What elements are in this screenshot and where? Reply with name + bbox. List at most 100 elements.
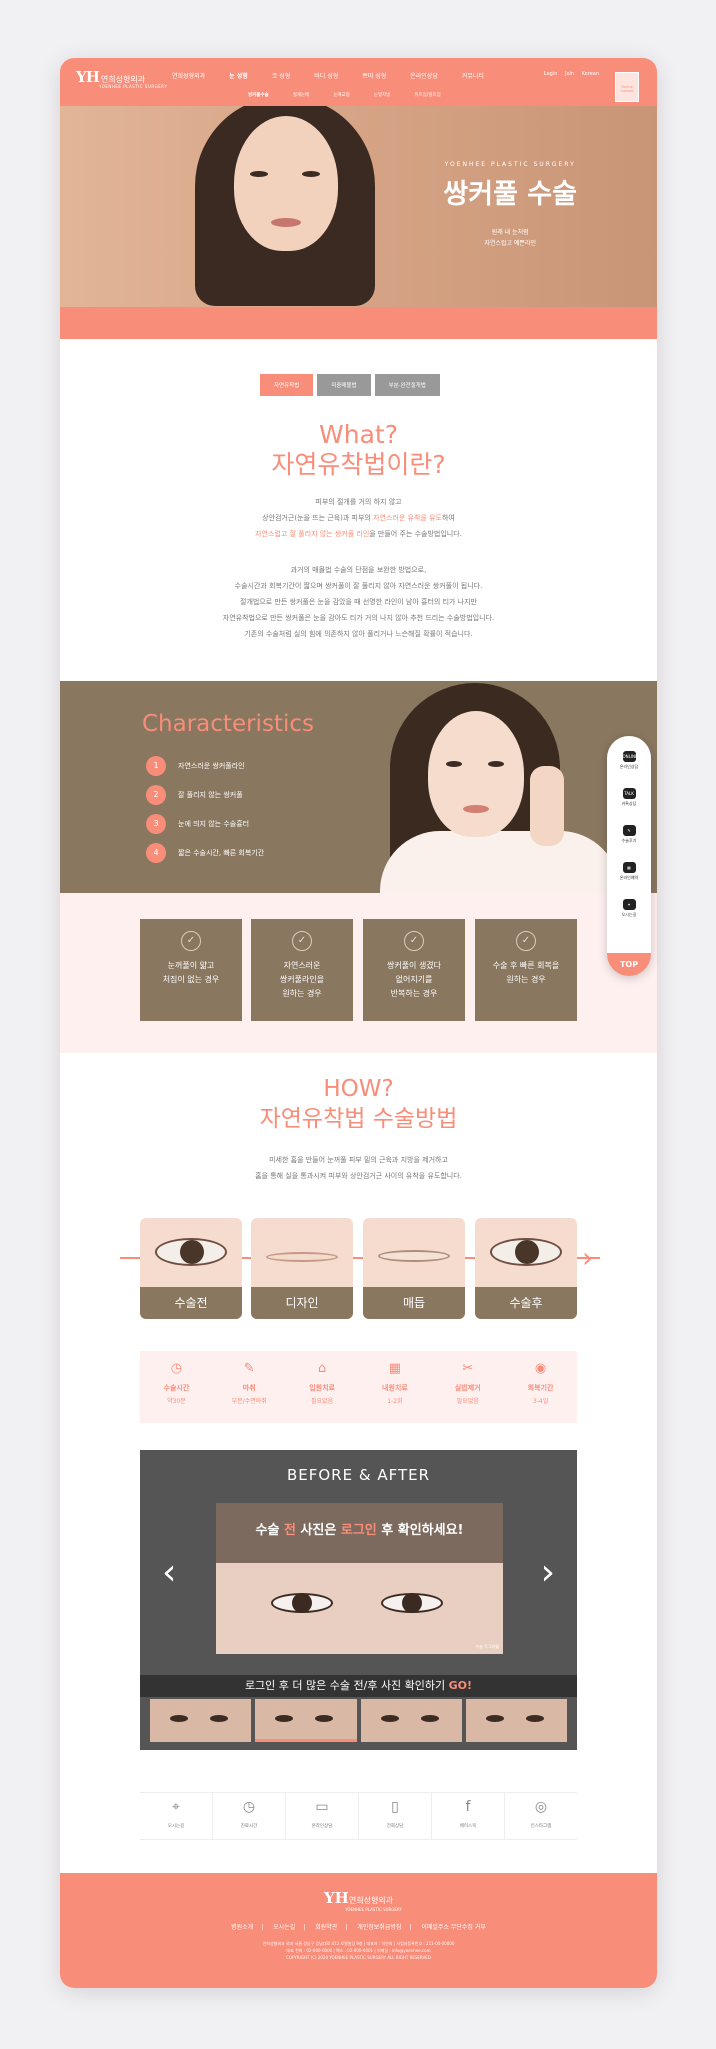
clock-icon: ◷ <box>170 1361 183 1376</box>
side-item[interactable]: TALK 카톡상담 <box>607 773 651 810</box>
syringe-icon: ✎ <box>243 1361 255 1376</box>
list-item: 1 자연스러운 쌍커풀라인 <box>146 756 264 776</box>
what-desc-2: 과거의 매몰법 수술의 단점을 보완한 방법으로, 수술시간과 회복기간이 짧으… <box>60 562 657 642</box>
hero-sub-line2: 자연스럽고 예쁜라인 <box>484 240 536 247</box>
chevron-right-icon[interactable]: › <box>541 1555 555 1591</box>
sub-nav: 쌍커풀수술 절개눈매 눈매교정 눈밑지방 뒤트임/앞트임 <box>248 92 465 98</box>
how-desc: 미세한 홈을 만들어 눈꺼풀 피부 밑의 근육과 지방을 제거하고 홈을 통해 … <box>60 1152 657 1184</box>
recommend-section: ✓ 눈꺼풀이 얇고 처짐이 없는 경우 ✓ 자연스러운 쌍커풀라인을 원하는 경우 ✓… <box>60 893 657 1053</box>
info-item: ▦ 내원치료 1-2회 <box>358 1351 431 1423</box>
check-icon: ✓ <box>292 931 312 951</box>
card-line: 처짐이 없는 경우 <box>162 975 220 984</box>
talk-icon: TALK <box>622 788 636 799</box>
map-pin-icon: ⌖ <box>172 1799 180 1815</box>
quick-link[interactable]: ▯ 전화상담 <box>359 1793 432 1839</box>
subnav-item-under-eye[interactable]: 눈밑지방 <box>374 92 391 98</box>
thumbnail[interactable] <box>255 1699 357 1742</box>
card-line: 쌍커풀이 생겼다 <box>386 961 442 970</box>
thumbnail[interactable] <box>150 1699 252 1742</box>
quick-links: ⌖ 오시는길 ◷ 진료시간 ▭ 온라인상담 ▯ 전화상담 f 페이스북 ◎ 인스타그램 <box>140 1792 577 1840</box>
thumbnail[interactable] <box>360 1699 462 1742</box>
quick-link[interactable]: ◷ 진료시간 <box>213 1793 286 1839</box>
util-links: Login Join Korean <box>538 71 599 77</box>
subnav-item-canthoplasty[interactable]: 뒤트임/앞트임 <box>414 92 440 98</box>
nav-item-petit[interactable]: 쁘띠 성형 <box>362 71 386 80</box>
recommend-card: ✓ 눈꺼풀이 얇고 처짐이 없는 경우 <box>140 919 242 1021</box>
online-consult-box[interactable]: Online Consult <box>615 72 639 102</box>
characteristics-title: Characteristics <box>142 711 314 737</box>
nav-item-hospital[interactable]: 연희성형외과 <box>172 71 205 80</box>
photo-note: 수술 후 2개월 <box>475 1644 500 1649</box>
side-item[interactable]: ONLINE 온라인상담 <box>607 736 651 773</box>
footer-logo[interactable]: YH연희성형외과 YOENHEE PLASTIC SURGERY <box>60 1888 657 1912</box>
info-item: ◉ 회복기간 3-4일 <box>504 1351 577 1423</box>
side-item[interactable]: ⌖ 오시는길 <box>607 884 651 921</box>
login-cta[interactable]: 로그인 후 더 많은 수술 전/후 사진 확인하기 GO! <box>140 1675 577 1697</box>
facebook-icon: f <box>465 1799 471 1815</box>
characteristics-section: Characteristics 1 자연스러운 쌍커풀라인 2잘 풀리지 않는 쌍… <box>60 681 657 893</box>
instagram-icon: ◎ <box>534 1799 548 1815</box>
login-link[interactable]: Login <box>544 71 558 77</box>
side-item[interactable]: ▦ 온라인예약 <box>607 847 651 884</box>
how-section: HOW? 자연유착법 수술방법 미세한 홈을 만들어 눈꺼풀 피부 밑의 근육과… <box>60 1074 657 1184</box>
arrow-right-icon: › <box>582 1241 594 1274</box>
tab-natural-adhesion[interactable]: 자연유착법 <box>260 374 314 396</box>
footer-link[interactable]: 오시는길 <box>273 1924 295 1931</box>
quick-link[interactable]: f 페이스북 <box>432 1793 505 1839</box>
what-heading-en: What? <box>319 420 398 449</box>
what-section: What? 자연유착법이란? 피부의 절개를 거의 하지 않고 상안검거근(눈을… <box>60 420 657 642</box>
chevron-left-icon[interactable]: ‹ <box>162 1555 176 1591</box>
nav-item-eye[interactable]: 눈 성형 <box>229 71 248 80</box>
hero-title: 쌍커풀 수술 <box>443 179 577 210</box>
what-line: 과거의 매몰법 수술의 단점을 보완한 방법으로, <box>290 566 427 574</box>
card-line: 반복하는 경우 <box>390 989 438 998</box>
subnav-item-ptosis[interactable]: 눈매교정 <box>333 92 350 98</box>
top-button[interactable]: TOP <box>607 953 651 976</box>
before-after-photo[interactable]: 수술 전 사진은 로그인 후 확인하세요! 수술 후 2개월 <box>216 1503 503 1654</box>
nav-item-body[interactable]: 바디 성형 <box>314 71 338 80</box>
page-container: YH 연희성형외과 YOENHEE PLASTIC SURGERY 연희성형외과 … <box>60 58 657 1988</box>
join-link[interactable]: Join <box>565 71 574 77</box>
nav-item-nose[interactable]: 코 성형 <box>272 71 290 80</box>
tab-incision[interactable]: 부분·완전절개법 <box>374 374 440 396</box>
check-icon: ✓ <box>404 931 424 951</box>
check-icon: ✓ <box>516 931 536 951</box>
info-item: ⌂ 입원치료 필요없음 <box>286 1351 359 1423</box>
reserve-icon: ▦ <box>622 862 636 873</box>
list-item: 4 짧은 수술시간, 빠른 회복기간 <box>146 843 264 863</box>
footer-links: 병원소개 | 오시는길 | 회원약관 | 개인정보취급방침 | 이메일주소 무단수집 거… <box>231 1924 486 1931</box>
what-line: 상안검거근(눈을 뜨는 근육)과 피부의 자연스러운 유착을 유도하여 <box>262 514 455 522</box>
nav-item-community[interactable]: 커뮤니티 <box>462 71 484 80</box>
quick-link[interactable]: ⌖ 오시는길 <box>140 1793 213 1839</box>
hero-pink-bar <box>60 307 657 339</box>
calendar-icon: ▦ <box>388 1361 402 1376</box>
subnav-item-double-eyelid[interactable]: 쌍커풀수술 <box>248 92 269 98</box>
language-select[interactable]: Korean <box>582 71 599 77</box>
thumbnail-strip <box>150 1699 567 1742</box>
step-label: 매듭 <box>363 1287 465 1319</box>
card-line: 원하는 경우 <box>282 989 322 998</box>
footer-link[interactable]: 이메일주소 무단수집 거부 <box>421 1924 486 1931</box>
step-card-before: 수술전 <box>140 1218 242 1319</box>
quick-link[interactable]: ◎ 인스타그램 <box>505 1793 577 1839</box>
footer-link[interactable]: 회원약관 <box>315 1924 337 1931</box>
what-line: 피부의 절개를 거의 하지 않고 <box>315 498 402 506</box>
monitor-icon: ▭ <box>315 1799 329 1815</box>
nav-item-consult[interactable]: 온라인상담 <box>410 71 438 80</box>
logo-name: 연희성형외과 <box>100 75 146 84</box>
side-item[interactable]: ✎ 수술후기 <box>607 810 651 847</box>
footer-link[interactable]: 병원소개 <box>231 1924 253 1931</box>
model-photo <box>120 106 375 307</box>
list-item: 3 눈에 띄지 않는 수술흉터 <box>146 814 264 834</box>
subnav-item-incision[interactable]: 절개눈매 <box>293 92 310 98</box>
what-heading-ko: 자연유착법이란? <box>271 450 446 479</box>
login-notice: 수술 전 사진은 로그인 후 확인하세요! <box>255 1523 464 1538</box>
quick-link[interactable]: ▭ 온라인상담 <box>286 1793 359 1839</box>
tab-buried[interactable]: 미중매몰법 <box>317 374 371 396</box>
footer-address: 연희성형외과 외과 서울 강남구 강남대로 412 로얄빌딩 9층 | 대표자 … <box>262 1941 455 1960</box>
how-heading-ko: 자연유착법 수술방법 <box>259 1106 458 1132</box>
clock-icon: ◷ <box>242 1799 256 1815</box>
thumbnail[interactable] <box>465 1699 567 1742</box>
logo[interactable]: YH 연희성형외과 YOENHEE PLASTIC SURGERY <box>76 67 167 89</box>
footer-link[interactable]: 개인정보취급방침 <box>357 1924 401 1931</box>
